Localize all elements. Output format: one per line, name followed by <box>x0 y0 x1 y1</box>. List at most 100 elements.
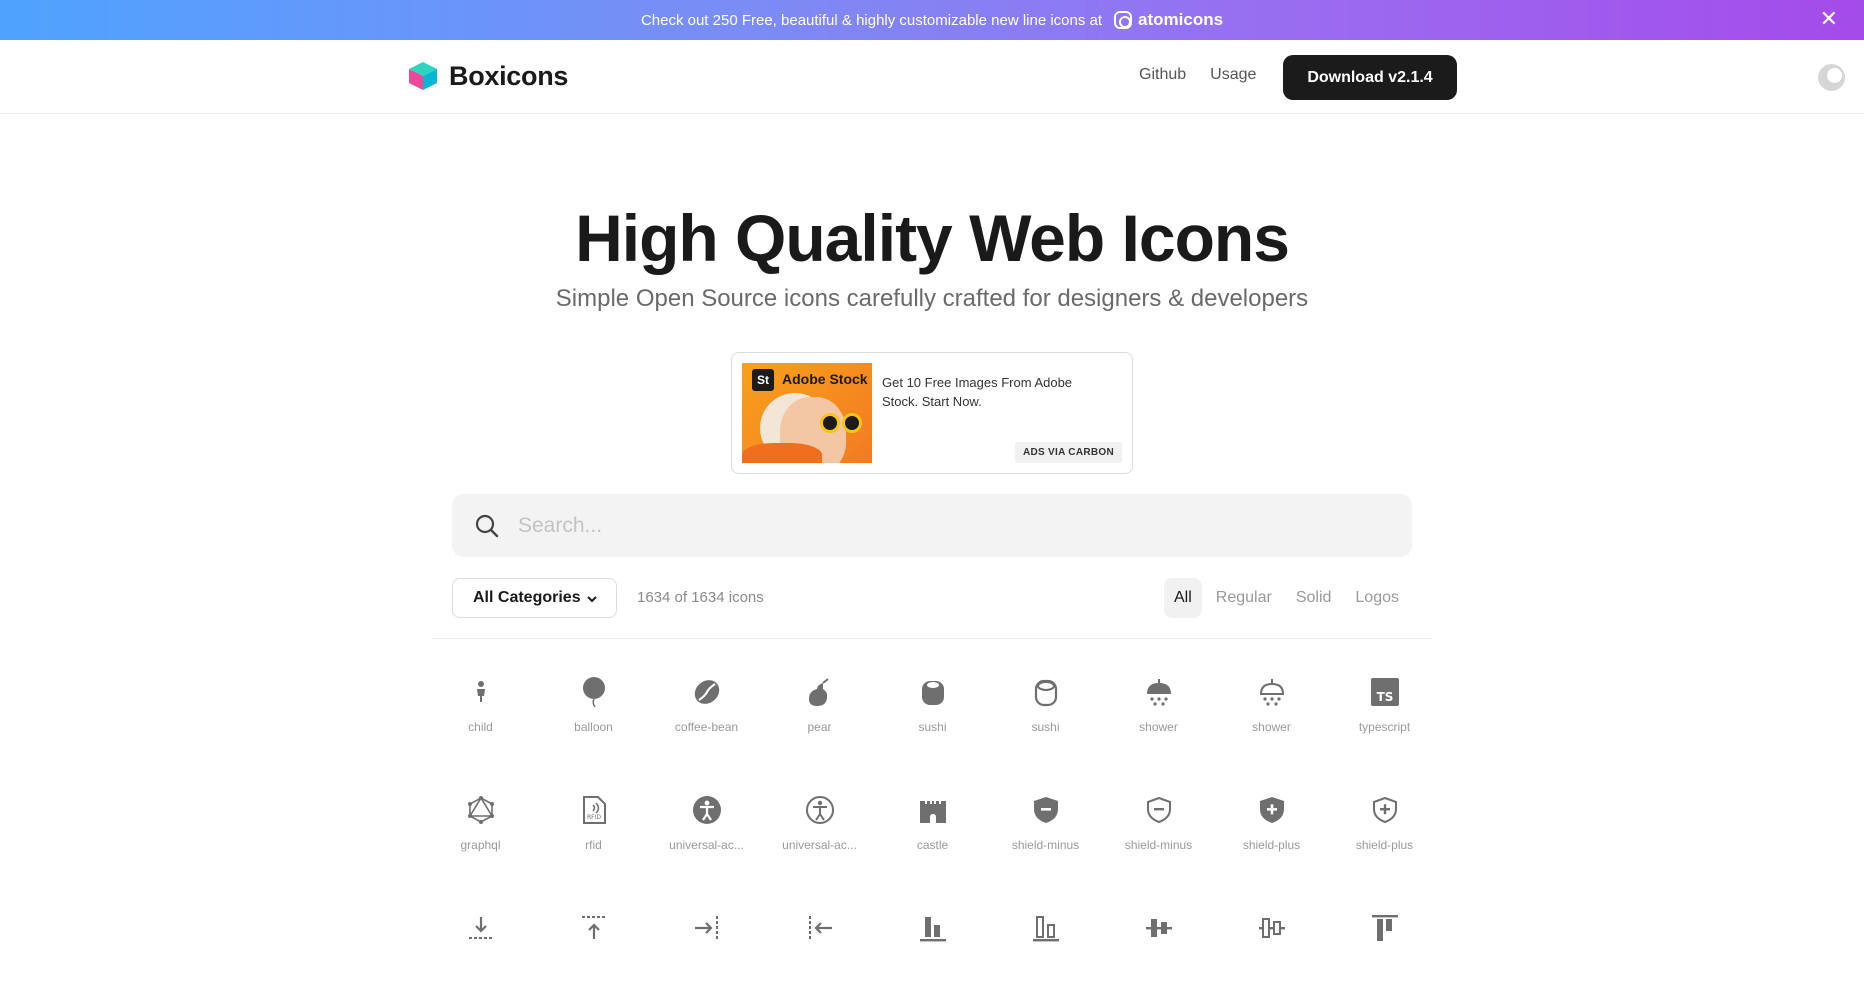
close-icon[interactable]: ✕ <box>1820 8 1838 30</box>
svg-text:RFID: RFID <box>586 814 600 821</box>
chevron-down-icon <box>586 592 598 610</box>
balloon-icon <box>578 676 610 708</box>
icon-label: typescript <box>1358 720 1411 734</box>
promo-brand-name: atomicons <box>1138 10 1224 29</box>
promo-text: Check out 250 Free, beautiful & highly c… <box>640 11 1103 29</box>
icon-card[interactable]: sushi <box>989 676 1102 766</box>
icon-card[interactable]: pear <box>763 676 876 766</box>
icon-label: balloon <box>574 720 613 734</box>
icon-card[interactable]: shield-minus <box>989 794 1102 884</box>
icon-card[interactable] <box>537 912 650 1002</box>
icon-card[interactable]: RFID rfid <box>537 794 650 884</box>
align-bottom-regular-icon <box>1030 912 1062 944</box>
atomicons-logo-icon <box>1114 11 1133 29</box>
icon-card[interactable]: balloon <box>537 676 650 766</box>
icon-card[interactable] <box>1328 912 1441 1002</box>
download-button[interactable]: Download v2.1.4 <box>1283 55 1457 100</box>
icon-card[interactable]: coffee-bean <box>650 676 763 766</box>
icon-label: child <box>468 720 493 734</box>
icon-label: shield-plus <box>1242 838 1301 852</box>
shield-minus-solid-icon <box>1030 794 1062 826</box>
ads-via-carbon-link[interactable]: ADS VIA CARBON <box>1014 442 1122 463</box>
shield-plus-regular-icon <box>1369 794 1401 826</box>
icon-label: sushi <box>1031 720 1060 734</box>
icon-label: pear <box>807 720 832 734</box>
align-bottom-solid-icon <box>917 912 949 944</box>
graphql-icon <box>465 794 497 826</box>
align-middle-solid-icon <box>1143 912 1175 944</box>
horizontal-right-icon <box>691 912 723 944</box>
category-select-value: All Categories <box>473 589 581 606</box>
category-select[interactable]: All Categories <box>452 578 617 618</box>
icon-card[interactable]: sushi <box>876 676 989 766</box>
icon-card[interactable]: universal-ac... <box>650 794 763 884</box>
vertical-bottom-icon <box>465 912 497 944</box>
pear-icon <box>804 676 836 708</box>
nav-link-usage[interactable]: Usage <box>1210 66 1256 84</box>
sushi-solid-icon <box>917 676 949 708</box>
icon-card[interactable]: universal-ac... <box>763 794 876 884</box>
adobe-stock-badge: St <box>752 369 774 391</box>
search-input[interactable] <box>518 513 1378 538</box>
nav-links: Github Usage <box>1139 66 1280 84</box>
icon-label: universal-ac... <box>782 838 857 852</box>
tab-all[interactable]: All <box>1164 578 1202 618</box>
top-nav: Boxicons Github Usage Download v2.1.4 <box>0 40 1864 114</box>
icon-card[interactable] <box>650 912 763 1002</box>
page-subtitle: Simple Open Source icons carefully craft… <box>555 285 1309 312</box>
logo-link[interactable]: Boxicons <box>407 60 568 92</box>
horizontal-left-icon <box>804 912 836 944</box>
tab-solid[interactable]: Solid <box>1286 578 1342 618</box>
icon-card[interactable]: castle <box>876 794 989 884</box>
vertical-top-icon <box>578 912 610 944</box>
align-top-icon <box>1369 912 1401 944</box>
ad-text[interactable]: Get 10 Free Images From Adobe Stock. Sta… <box>882 373 1102 411</box>
icon-label: sushi <box>918 720 947 734</box>
universal-access-regular-icon <box>804 794 836 826</box>
carbon-ad[interactable]: St Adobe Stock Get 10 Free Images From A… <box>731 352 1133 474</box>
icon-card[interactable] <box>989 912 1102 1002</box>
shower-solid-icon <box>1143 676 1175 708</box>
icon-card[interactable]: shield-plus <box>1215 794 1328 884</box>
icon-card[interactable]: shower <box>1215 676 1328 766</box>
icon-card[interactable]: shower <box>1102 676 1215 766</box>
typescript-icon: TS <box>1369 676 1401 708</box>
icon-card[interactable]: graphql <box>424 794 537 884</box>
icon-card[interactable] <box>424 912 537 1002</box>
icon-card[interactable] <box>763 912 876 1002</box>
ad-image-glasses-right <box>842 413 862 433</box>
icon-label: graphql <box>460 838 501 852</box>
icon-card[interactable]: child <box>424 676 537 766</box>
dark-mode-toggle-icon[interactable] <box>1818 64 1845 91</box>
icon-label: coffee-bean <box>674 720 739 734</box>
icon-card[interactable]: shield-minus <box>1102 794 1215 884</box>
divider <box>432 638 1432 639</box>
ad-image-glasses-left <box>820 413 840 433</box>
ad-image-shirt <box>742 443 822 463</box>
ad-image[interactable]: St Adobe Stock <box>742 363 872 463</box>
promo-banner: Check out 250 Free, beautiful & highly c… <box>0 0 1864 40</box>
svg-text:TS: TS <box>1376 690 1393 704</box>
promo-brand-link[interactable]: atomicons <box>1114 10 1223 30</box>
icon-card[interactable] <box>1215 912 1328 1002</box>
nav-link-github[interactable]: Github <box>1139 66 1186 84</box>
search-icon <box>474 513 500 539</box>
icon-card[interactable] <box>876 912 989 1002</box>
icon-label: shower <box>1252 720 1291 734</box>
icon-card[interactable]: TS typescript <box>1328 676 1441 766</box>
shield-minus-regular-icon <box>1143 794 1175 826</box>
shield-plus-solid-icon <box>1256 794 1288 826</box>
type-tabs: All Regular Solid Logos <box>1164 578 1413 618</box>
icon-label: shield-minus <box>1011 838 1080 852</box>
icon-card[interactable]: shield-plus <box>1328 794 1441 884</box>
icon-label: shield-plus <box>1355 838 1414 852</box>
tab-logos[interactable]: Logos <box>1345 578 1409 618</box>
logo-text: Boxicons <box>449 60 569 91</box>
icon-label: castle <box>916 838 949 852</box>
icon-label: rfid <box>585 838 602 852</box>
align-middle-regular-icon <box>1256 912 1288 944</box>
child-icon <box>465 676 497 708</box>
coffee-bean-icon <box>691 676 723 708</box>
icon-card[interactable] <box>1102 912 1215 1002</box>
tab-regular[interactable]: Regular <box>1206 578 1282 618</box>
